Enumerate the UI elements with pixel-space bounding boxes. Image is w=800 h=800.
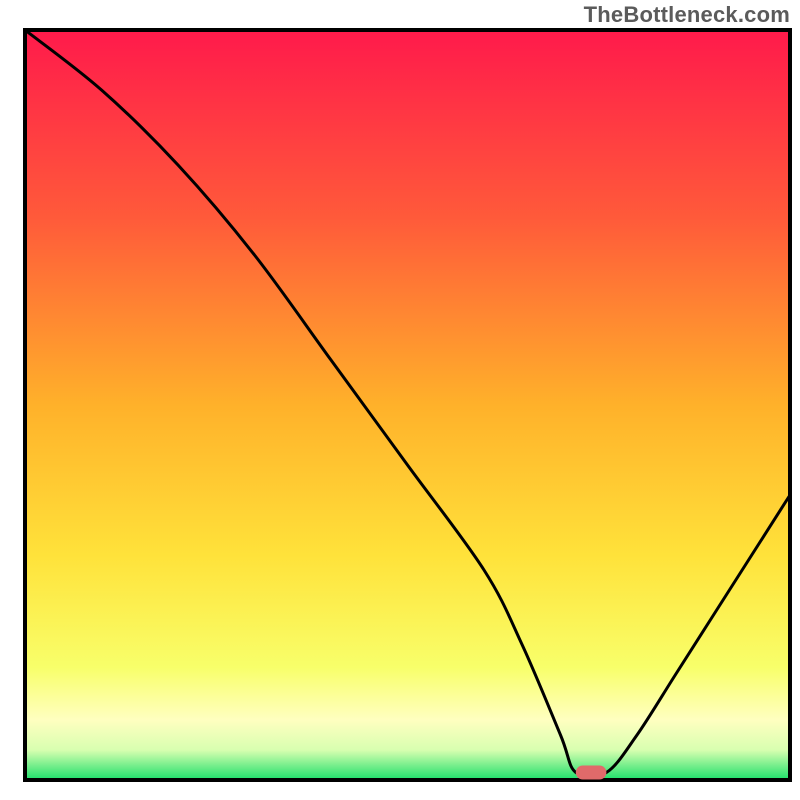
gradient-background — [25, 30, 790, 780]
optimal-marker — [576, 766, 607, 780]
watermark-text: TheBottleneck.com — [584, 2, 790, 28]
chart-stage: TheBottleneck.com — [0, 0, 800, 800]
bottleneck-chart — [0, 0, 800, 800]
